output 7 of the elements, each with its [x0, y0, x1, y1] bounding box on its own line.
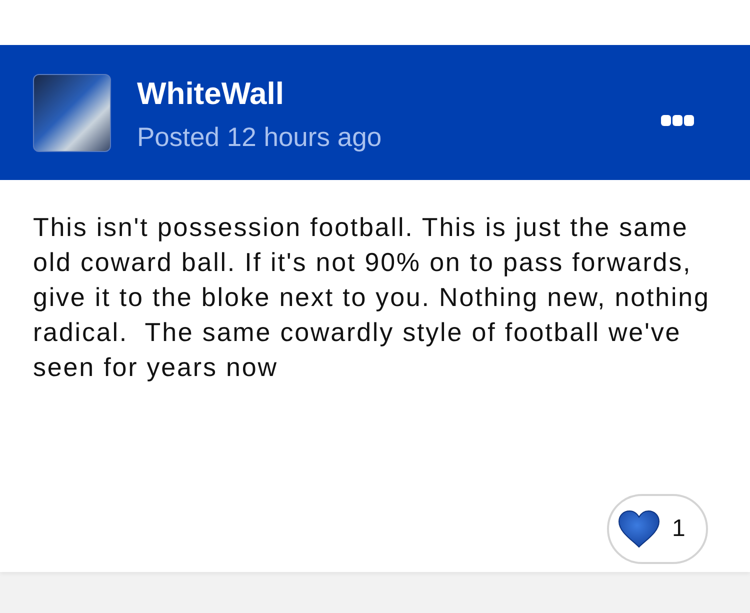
heart-reaction-button[interactable]: 1 [607, 494, 708, 564]
author-name: WhiteWall [137, 76, 284, 112]
more-dots-icon [661, 114, 694, 126]
more-menu-button[interactable] [661, 114, 694, 126]
post-body-text: This isn't possession football. This is just the same old coward ball. If it's not 90% on to pass forwards, give it to the bloke next to you. Nothing new, nothing radical. The same cowardly style of football we've seen for years now [33, 211, 711, 384]
heart-icon [618, 510, 660, 548]
post-time: Posted 12 hours ago [137, 122, 382, 152]
